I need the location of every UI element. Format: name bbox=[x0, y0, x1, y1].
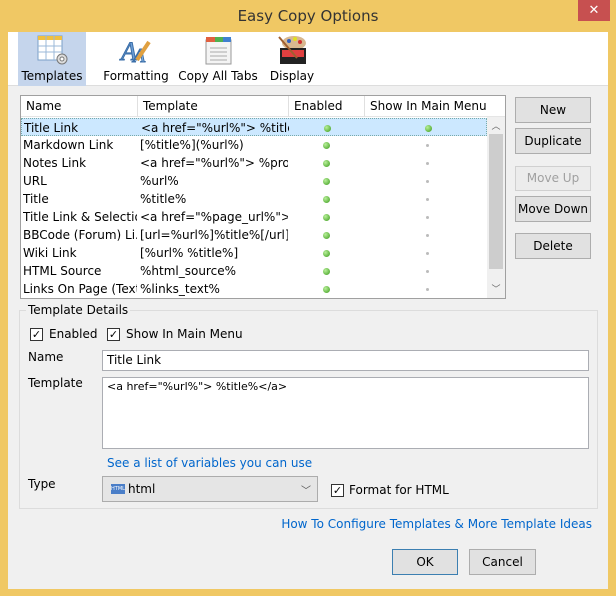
palette-icon bbox=[275, 34, 309, 66]
enabled-indicator-icon bbox=[323, 250, 330, 257]
enabled-indicator-icon bbox=[323, 160, 330, 167]
cell-template: <a href="%url%"> %title... bbox=[141, 121, 289, 135]
cell-name: Markdown Link bbox=[23, 138, 114, 152]
type-value: html bbox=[128, 482, 156, 496]
cell-name: Links On Page (Text) bbox=[23, 282, 137, 296]
column-header-enabled[interactable]: Enabled bbox=[289, 96, 365, 117]
cell-name: HTML Source bbox=[23, 264, 102, 278]
table-row[interactable]: Title Link <a href="%url%"> %title... bbox=[21, 118, 487, 136]
enabled-indicator-icon bbox=[323, 196, 330, 203]
chevron-down-icon: ﹀ bbox=[301, 486, 311, 497]
close-icon: ✕ bbox=[588, 3, 600, 18]
tab-label: Copy All Tabs bbox=[178, 69, 258, 83]
show-in-main-menu-label: Show In Main Menu bbox=[126, 327, 243, 341]
tabs-window-icon bbox=[201, 34, 235, 66]
table-row[interactable]: Notes Link <a href="%url%"> %prom... bbox=[21, 154, 487, 172]
templates-list[interactable]: Name Template Enabled Show In Main Menu … bbox=[20, 95, 506, 299]
table-row[interactable]: BBCode (Forum) Li... [url=%url%]%title%[… bbox=[21, 226, 487, 244]
enabled-indicator-icon bbox=[323, 178, 330, 185]
html-file-icon: HTML bbox=[111, 484, 125, 494]
main-menu-indicator-icon bbox=[426, 288, 429, 291]
tab-label: Templates bbox=[21, 69, 83, 83]
main-menu-indicator-icon bbox=[426, 252, 429, 255]
cell-template: <a href="%page_url%">... bbox=[140, 210, 288, 224]
main-menu-indicator-icon bbox=[426, 270, 429, 273]
scroll-down-icon[interactable]: ﹀ bbox=[489, 282, 503, 296]
template-label: Template bbox=[28, 376, 83, 390]
cell-name: BBCode (Forum) Li... bbox=[23, 228, 137, 242]
cell-template: <a href="%url%"> %prom... bbox=[140, 156, 288, 170]
tab-templates[interactable]: Templates bbox=[18, 32, 86, 86]
cell-template: %html_source% bbox=[140, 264, 236, 278]
templates-table-gear-icon bbox=[35, 34, 69, 66]
enabled-checkbox[interactable]: ✓ bbox=[30, 328, 43, 341]
formatting-pen-icon: AA bbox=[119, 34, 153, 68]
tab-label: Formatting bbox=[103, 69, 169, 83]
cell-template: [%title%](%url%) bbox=[140, 138, 244, 152]
cell-name: Title Link bbox=[24, 121, 79, 135]
main-menu-indicator-icon bbox=[426, 234, 429, 237]
tab-display[interactable]: Display bbox=[262, 32, 322, 86]
variables-link[interactable]: See a list of variables you can use bbox=[107, 456, 312, 470]
help-link[interactable]: How To Configure Templates & More Templa… bbox=[281, 517, 592, 531]
main-menu-indicator-icon bbox=[426, 180, 429, 183]
enabled-indicator-icon bbox=[324, 125, 331, 132]
type-select[interactable]: HTML html ﹀ bbox=[102, 476, 318, 502]
column-header-name[interactable]: Name bbox=[21, 96, 138, 117]
main-menu-indicator-icon bbox=[425, 125, 432, 132]
enabled-indicator-icon bbox=[323, 286, 330, 293]
cell-name: Title Link & Selection bbox=[23, 210, 137, 224]
cancel-button[interactable]: Cancel bbox=[469, 549, 536, 575]
main-menu-indicator-icon bbox=[426, 216, 429, 219]
cell-template: %title% bbox=[140, 192, 187, 206]
tab-formatting[interactable]: AA Formatting bbox=[96, 32, 176, 86]
table-row[interactable]: Title %title% bbox=[21, 190, 487, 208]
enabled-indicator-icon bbox=[323, 142, 330, 149]
name-input[interactable]: Title Link bbox=[102, 350, 589, 371]
ok-button[interactable]: OK bbox=[392, 549, 458, 575]
new-button[interactable]: New bbox=[515, 97, 591, 123]
template-textarea[interactable]: <a href="%url%"> %title%</a> bbox=[102, 377, 589, 449]
enabled-label: Enabled bbox=[49, 327, 98, 341]
duplicate-button[interactable]: Duplicate bbox=[515, 128, 591, 154]
tab-copy-all-tabs[interactable]: Copy All Tabs bbox=[178, 32, 258, 86]
table-row[interactable]: Wiki Link [%url% %title%] bbox=[21, 244, 487, 262]
main-menu-indicator-icon bbox=[426, 198, 429, 201]
table-row[interactable]: Markdown Link [%title%](%url%) bbox=[21, 136, 487, 154]
enabled-indicator-icon bbox=[323, 214, 330, 221]
scrollbar-thumb[interactable] bbox=[489, 134, 503, 269]
table-row[interactable]: Links On Page (Text) %links_text% bbox=[21, 280, 487, 298]
window-title: Easy Copy Options bbox=[237, 7, 379, 25]
table-row[interactable]: URL %url% bbox=[21, 172, 487, 190]
table-row[interactable]: Title Link & Selection <a href="%page_ur… bbox=[21, 208, 487, 226]
enabled-indicator-icon bbox=[323, 268, 330, 275]
cell-template: [url=%url%]%title%[/url] bbox=[140, 228, 288, 242]
format-for-html-label: Format for HTML bbox=[349, 483, 449, 497]
column-header-template[interactable]: Template bbox=[138, 96, 289, 117]
type-label: Type bbox=[28, 477, 56, 491]
cell-name: Title bbox=[23, 192, 49, 206]
delete-button[interactable]: Delete bbox=[515, 233, 591, 259]
tab-label: Display bbox=[269, 69, 315, 83]
format-for-html-checkbox[interactable]: ✓ bbox=[331, 484, 344, 497]
name-label: Name bbox=[28, 350, 64, 364]
cell-template: [%url% %title%] bbox=[140, 246, 239, 260]
enabled-indicator-icon bbox=[323, 232, 330, 239]
cell-name: Wiki Link bbox=[23, 246, 77, 260]
main-menu-indicator-icon bbox=[426, 144, 429, 147]
scroll-up-icon[interactable]: ︿ bbox=[489, 119, 503, 133]
table-row[interactable]: HTML Source %html_source% bbox=[21, 262, 487, 280]
column-header-show-in-main-menu[interactable]: Show In Main Menu bbox=[365, 96, 505, 117]
cell-name: Notes Link bbox=[23, 156, 87, 170]
cell-name: URL bbox=[23, 174, 47, 188]
main-menu-indicator-icon bbox=[426, 162, 429, 165]
group-title: Template Details bbox=[26, 303, 131, 317]
cell-template: %url% bbox=[140, 174, 179, 188]
show-in-main-menu-checkbox[interactable]: ✓ bbox=[107, 328, 120, 341]
move-up-button[interactable]: Move Up bbox=[515, 166, 591, 191]
cell-template: %links_text% bbox=[140, 282, 220, 296]
close-button[interactable]: ✕ bbox=[578, 0, 610, 21]
toolbar: Templates AA Formatting Copy All Tabs Di… bbox=[8, 32, 608, 86]
move-down-button[interactable]: Move Down bbox=[515, 196, 591, 222]
